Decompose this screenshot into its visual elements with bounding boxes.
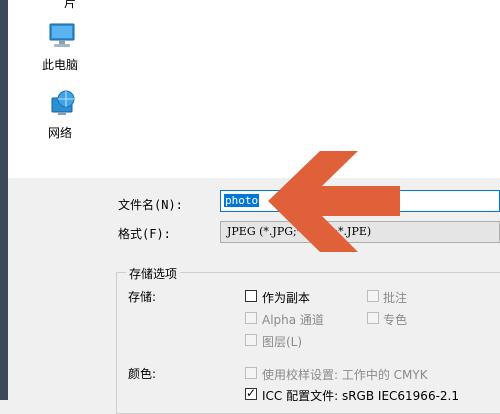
arrow-annotation-icon [268, 151, 400, 252]
